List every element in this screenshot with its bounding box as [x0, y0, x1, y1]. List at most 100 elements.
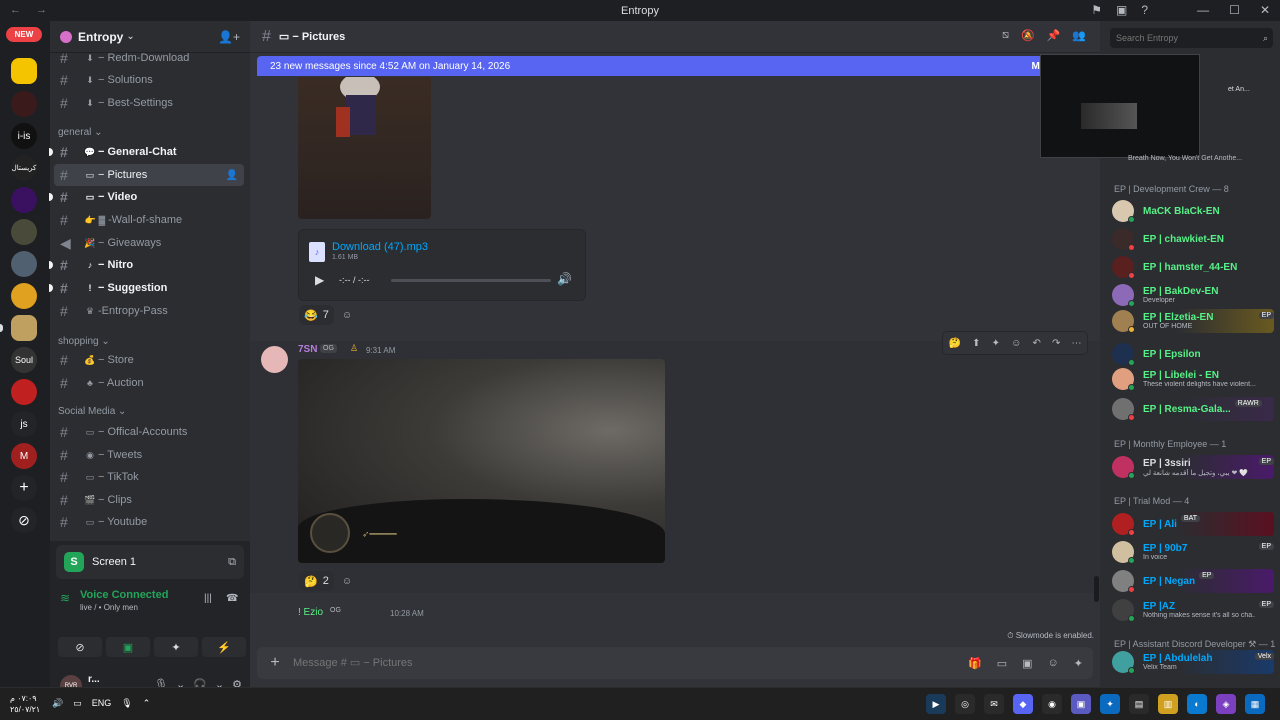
channel-offical-accounts[interactable]: # ▭ − Offical-Accounts: [54, 421, 244, 443]
message-input[interactable]: [293, 657, 969, 669]
channel-tiktok[interactable]: # ▭ − TikTok: [54, 466, 244, 488]
screen-icon[interactable]: ▣: [1116, 3, 1127, 17]
member-item[interactable]: EP | 90b7 In voice EP: [1112, 540, 1274, 564]
add-reaction-icon[interactable]: ☺: [339, 573, 355, 589]
volume-icon[interactable]: 🔊: [52, 698, 63, 709]
channel-giveaways[interactable]: ◀ 🎉 − Giveaways: [54, 232, 244, 254]
outlook-icon[interactable]: ✦: [1100, 694, 1120, 714]
mail-icon[interactable]: ✉: [984, 694, 1004, 714]
reaction[interactable]: 😂 7: [299, 305, 334, 325]
stop-stream-button[interactable]: ▣: [106, 637, 150, 657]
microphone-icon[interactable]: 🎙: [121, 698, 132, 709]
channel-store[interactable]: # 💰 − Store: [54, 349, 244, 371]
channel-redm-download[interactable]: # ⬇ − Redm-Download: [54, 47, 244, 69]
member-item[interactable]: EP | chawkiet-EN: [1112, 227, 1274, 251]
server-icon[interactable]: Soul: [11, 347, 37, 373]
server-icon[interactable]: [11, 315, 37, 341]
more-icon[interactable]: ⋯: [1071, 338, 1081, 349]
server-icon[interactable]: i-is: [11, 123, 37, 149]
language-indicator[interactable]: ENG: [92, 698, 112, 709]
explore-icon[interactable]: ⊘: [11, 507, 37, 533]
member-item[interactable]: EP | Elzetia-EN OUT OF HOME EP: [1112, 309, 1274, 333]
members-icon[interactable]: 👥: [1072, 29, 1086, 42]
gif-icon[interactable]: ▭: [997, 657, 1007, 670]
invite-people-icon[interactable]: 👤+: [218, 30, 240, 44]
soundboard-button[interactable]: ⚡: [202, 637, 246, 657]
chevron-up-icon[interactable]: ⌃: [143, 698, 151, 709]
username[interactable]: r...: [88, 674, 100, 685]
channel-general-chat[interactable]: # 💬 − General-Chat: [49, 141, 244, 163]
close-button[interactable]: ✕: [1260, 3, 1270, 17]
mute-icon[interactable]: 🔕: [1021, 29, 1035, 42]
noise-suppression-icon[interactable]: |||: [204, 593, 212, 604]
message-author[interactable]: ! Ezio: [298, 607, 323, 618]
add-reaction-icon[interactable]: ☺: [339, 307, 355, 323]
teams-icon[interactable]: ▣: [1071, 694, 1091, 714]
threads-icon[interactable]: ⧅: [1002, 29, 1009, 42]
chrome-icon[interactable]: ◎: [955, 694, 975, 714]
store-icon[interactable]: ▤: [1129, 694, 1149, 714]
category-general[interactable]: general ⌄: [58, 127, 103, 138]
minimize-button[interactable]: —: [1197, 3, 1209, 17]
channel-clips[interactable]: # 🎬 − Clips: [54, 489, 244, 511]
apps-icon[interactable]: ✦: [1074, 657, 1083, 670]
activities-button[interactable]: ✦: [154, 637, 198, 657]
server-icon[interactable]: js: [11, 411, 37, 437]
stream-preview[interactable]: [1040, 54, 1200, 158]
server-icon[interactable]: [11, 251, 37, 277]
add-member-icon[interactable]: 👤: [226, 170, 238, 181]
add-reaction-icon[interactable]: ☺: [1011, 338, 1021, 349]
member-item[interactable]: EP | Negan EP: [1112, 569, 1274, 593]
search-box[interactable]: ⌕: [1110, 28, 1273, 48]
member-item[interactable]: MaCK BlaCk-EN: [1112, 199, 1274, 223]
add-server-icon[interactable]: +: [11, 475, 37, 501]
audio-filename[interactable]: Download (47).mp3: [332, 241, 428, 253]
channel-video[interactable]: # ▭ − Video: [49, 186, 244, 208]
channel-entropy-pass[interactable]: # ♛ -Entropy-Pass: [54, 300, 244, 322]
channel-nitro[interactable]: # ♪ − Nitro: [49, 254, 244, 276]
network-icon[interactable]: ▭: [73, 698, 82, 709]
taskbar-clock[interactable]: ٠٧:٠٩ م ٢٥/٠٧/٢١: [10, 693, 40, 715]
member-item[interactable]: EP |AZ Nothing makes sense it's all so ch…: [1112, 598, 1274, 622]
server-emoji-icon[interactable]: ✦: [992, 338, 1000, 349]
disconnect-icon[interactable]: ☎: [226, 593, 238, 604]
server-icon[interactable]: [11, 91, 37, 117]
image-attachment[interactable]: ➶━━━━━: [298, 359, 665, 563]
avatar[interactable]: [261, 346, 288, 373]
top-emoji-icon[interactable]: ⬆: [972, 338, 980, 349]
copilot-icon[interactable]: ◈: [1216, 694, 1236, 714]
sticker-icon[interactable]: ▣: [1022, 657, 1032, 670]
forward-icon[interactable]: ↷: [1052, 338, 1060, 349]
thinking-emoji-icon[interactable]: 🤔: [949, 338, 961, 349]
new-badge[interactable]: NEW: [6, 27, 42, 42]
server-icon[interactable]: [11, 187, 37, 213]
server-icon[interactable]: كريستال: [11, 155, 37, 181]
reply-icon[interactable]: ↶: [1032, 338, 1040, 349]
channel-pictures[interactable]: # ▭ − Pictures 👤: [54, 164, 244, 186]
server-icon[interactable]: M: [11, 443, 37, 469]
category-shopping[interactable]: shopping ⌄: [58, 336, 110, 347]
inbox-icon[interactable]: ⚑: [1091, 3, 1102, 17]
channel-youtube[interactable]: # ▭ − Youtube: [54, 511, 244, 533]
category-social-media[interactable]: Social Media ⌄: [58, 406, 126, 417]
help-icon[interactable]: ?: [1141, 3, 1148, 17]
maximize-button[interactable]: ☐: [1229, 3, 1240, 17]
channel-wall-of-shame[interactable]: # 👉 ▓ -Wall-of-shame: [54, 209, 244, 231]
scrollbar[interactable]: [1094, 576, 1099, 602]
channel-auction[interactable]: # ♣ − Auction: [54, 372, 244, 394]
member-item[interactable]: EP | hamster_44-EN: [1112, 255, 1274, 279]
search-input[interactable]: [1116, 33, 1251, 43]
member-item[interactable]: EP | 3ssiri يبي، وتجيل ما أقدمه شانعة لي …: [1112, 455, 1274, 479]
server-icon[interactable]: [11, 219, 37, 245]
member-item[interactable]: EP | Abdulelah Velix Team Velx: [1112, 650, 1274, 674]
reaction[interactable]: 🤔 2: [299, 571, 334, 591]
member-item[interactable]: EP | Libelei - EN These violent delights …: [1112, 367, 1274, 391]
camera-off-button[interactable]: ⊘: [58, 637, 102, 657]
channel-best-settings[interactable]: # ⬇ − Best-Settings: [54, 92, 244, 114]
edge-icon[interactable]: ◐: [1187, 694, 1207, 714]
server-icon[interactable]: [11, 283, 37, 309]
signal-icon[interactable]: ≋: [60, 591, 70, 605]
emoji-icon[interactable]: ☺: [1048, 657, 1059, 670]
volume-icon[interactable]: 🔊: [557, 272, 572, 286]
pin-icon[interactable]: 📌: [1047, 29, 1061, 42]
